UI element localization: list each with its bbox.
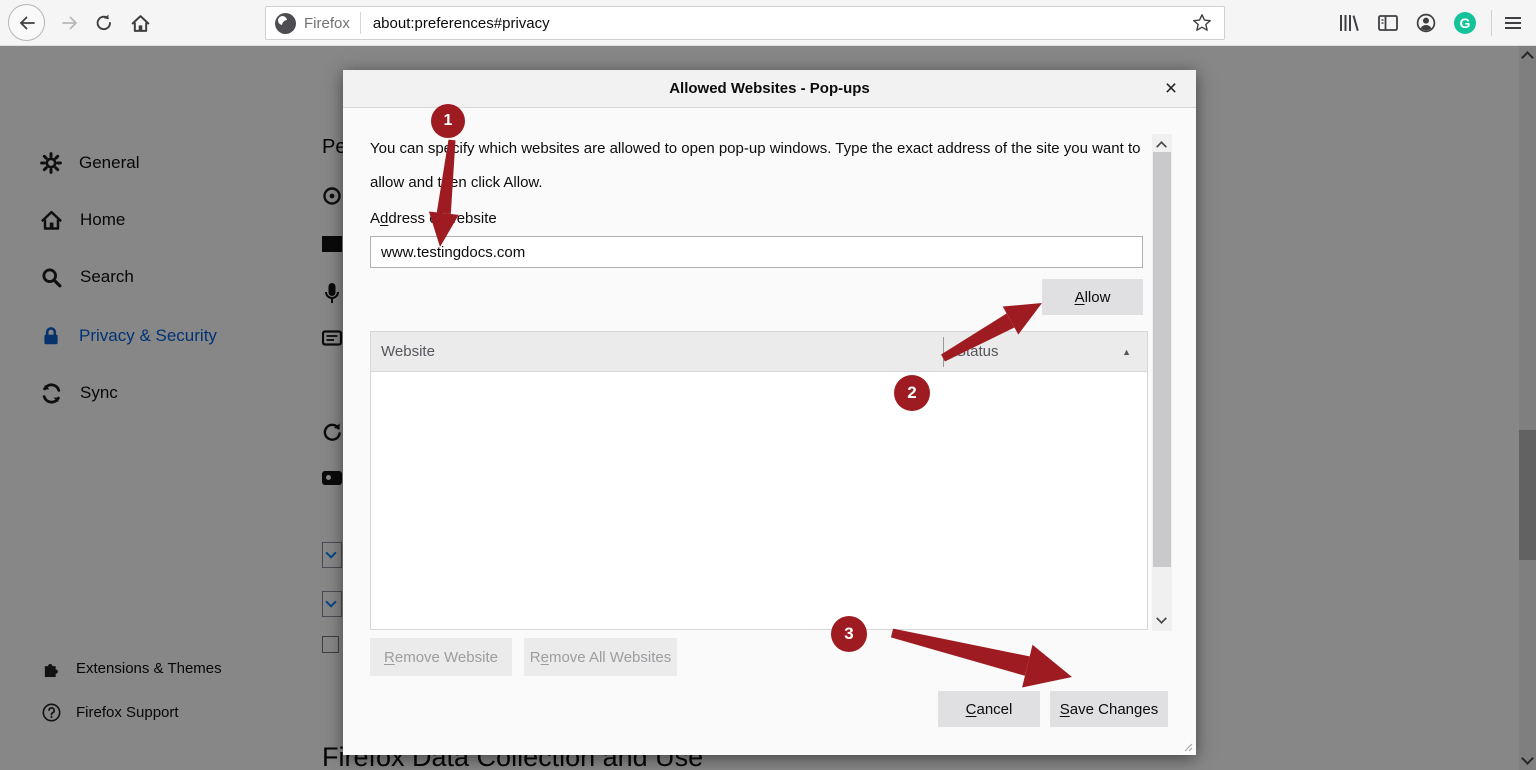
dialog-scrollbar-thumb[interactable]	[1153, 152, 1171, 567]
status-column-header[interactable]: Status	[956, 332, 999, 372]
step-3-badge: 3	[831, 616, 867, 652]
hamburger-menu-icon	[1503, 13, 1523, 33]
scroll-up-icon[interactable]	[1156, 141, 1167, 152]
library-button[interactable]	[1336, 11, 1362, 35]
allowed-websites-popup-dialog: Allowed Websites - Pop-ups × You can spe…	[343, 70, 1196, 755]
grammarly-extension-button[interactable]: G	[1452, 11, 1478, 35]
reload-icon	[94, 13, 114, 33]
browser-toolbar: Firefox about:preferences#privacy G	[0, 0, 1536, 46]
urlbar-separator	[360, 12, 361, 34]
dialog-title: Allowed Websites - Pop-ups	[343, 70, 1196, 107]
table-header: Website Status ▲	[371, 332, 1147, 372]
library-icon	[1338, 13, 1360, 33]
dialog-header: Allowed Websites - Pop-ups ×	[343, 70, 1196, 108]
home-icon	[130, 13, 151, 34]
cancel-button[interactable]: Cancel	[938, 691, 1040, 727]
resize-grip-icon[interactable]	[1183, 742, 1193, 752]
scroll-down-icon[interactable]	[1156, 613, 1167, 624]
sidebar-toggle-button[interactable]	[1375, 11, 1401, 35]
forward-arrow-icon	[60, 13, 80, 33]
star-icon	[1192, 13, 1212, 33]
column-divider[interactable]	[943, 337, 944, 367]
address-of-website-label: Address of website	[370, 210, 497, 227]
firefox-logo-icon	[275, 13, 296, 34]
reload-button[interactable]	[92, 11, 116, 35]
address-input[interactable]	[370, 236, 1143, 268]
sidebar-panel-icon	[1377, 13, 1399, 33]
url-bar[interactable]: Firefox about:preferences#privacy	[265, 6, 1225, 40]
save-changes-button[interactable]: Save Changes	[1050, 691, 1168, 727]
account-button[interactable]	[1413, 11, 1439, 35]
url-text[interactable]: about:preferences#privacy	[373, 15, 1192, 32]
websites-table[interactable]: Website Status ▲	[370, 331, 1148, 630]
sort-ascending-icon[interactable]: ▲	[1122, 332, 1131, 372]
forward-button[interactable]	[58, 13, 82, 33]
remove-website-button[interactable]: Remove Website	[370, 638, 512, 676]
back-arrow-icon	[17, 13, 37, 33]
step-1-badge: 1	[431, 104, 465, 138]
identity-label: Firefox	[304, 15, 350, 32]
menu-button[interactable]	[1500, 11, 1526, 35]
bookmark-star-button[interactable]	[1192, 13, 1212, 33]
allow-button[interactable]: Allow	[1042, 279, 1143, 315]
back-button[interactable]	[8, 4, 45, 41]
remove-all-websites-button[interactable]: Remove All Websites	[524, 638, 677, 676]
grammarly-icon: G	[1454, 12, 1476, 34]
toolbar-divider	[1491, 10, 1492, 36]
dialog-scrollbar[interactable]	[1152, 134, 1172, 631]
dialog-description: You can specify which websites are allow…	[370, 132, 1148, 200]
account-icon	[1415, 12, 1437, 34]
preferences-page: General Home Search Privacy & Security S…	[0, 46, 1536, 770]
home-button[interactable]	[128, 11, 152, 35]
step-2-badge: 2	[894, 375, 930, 411]
website-column-header[interactable]: Website	[381, 332, 435, 372]
close-icon[interactable]: ×	[1158, 76, 1184, 102]
